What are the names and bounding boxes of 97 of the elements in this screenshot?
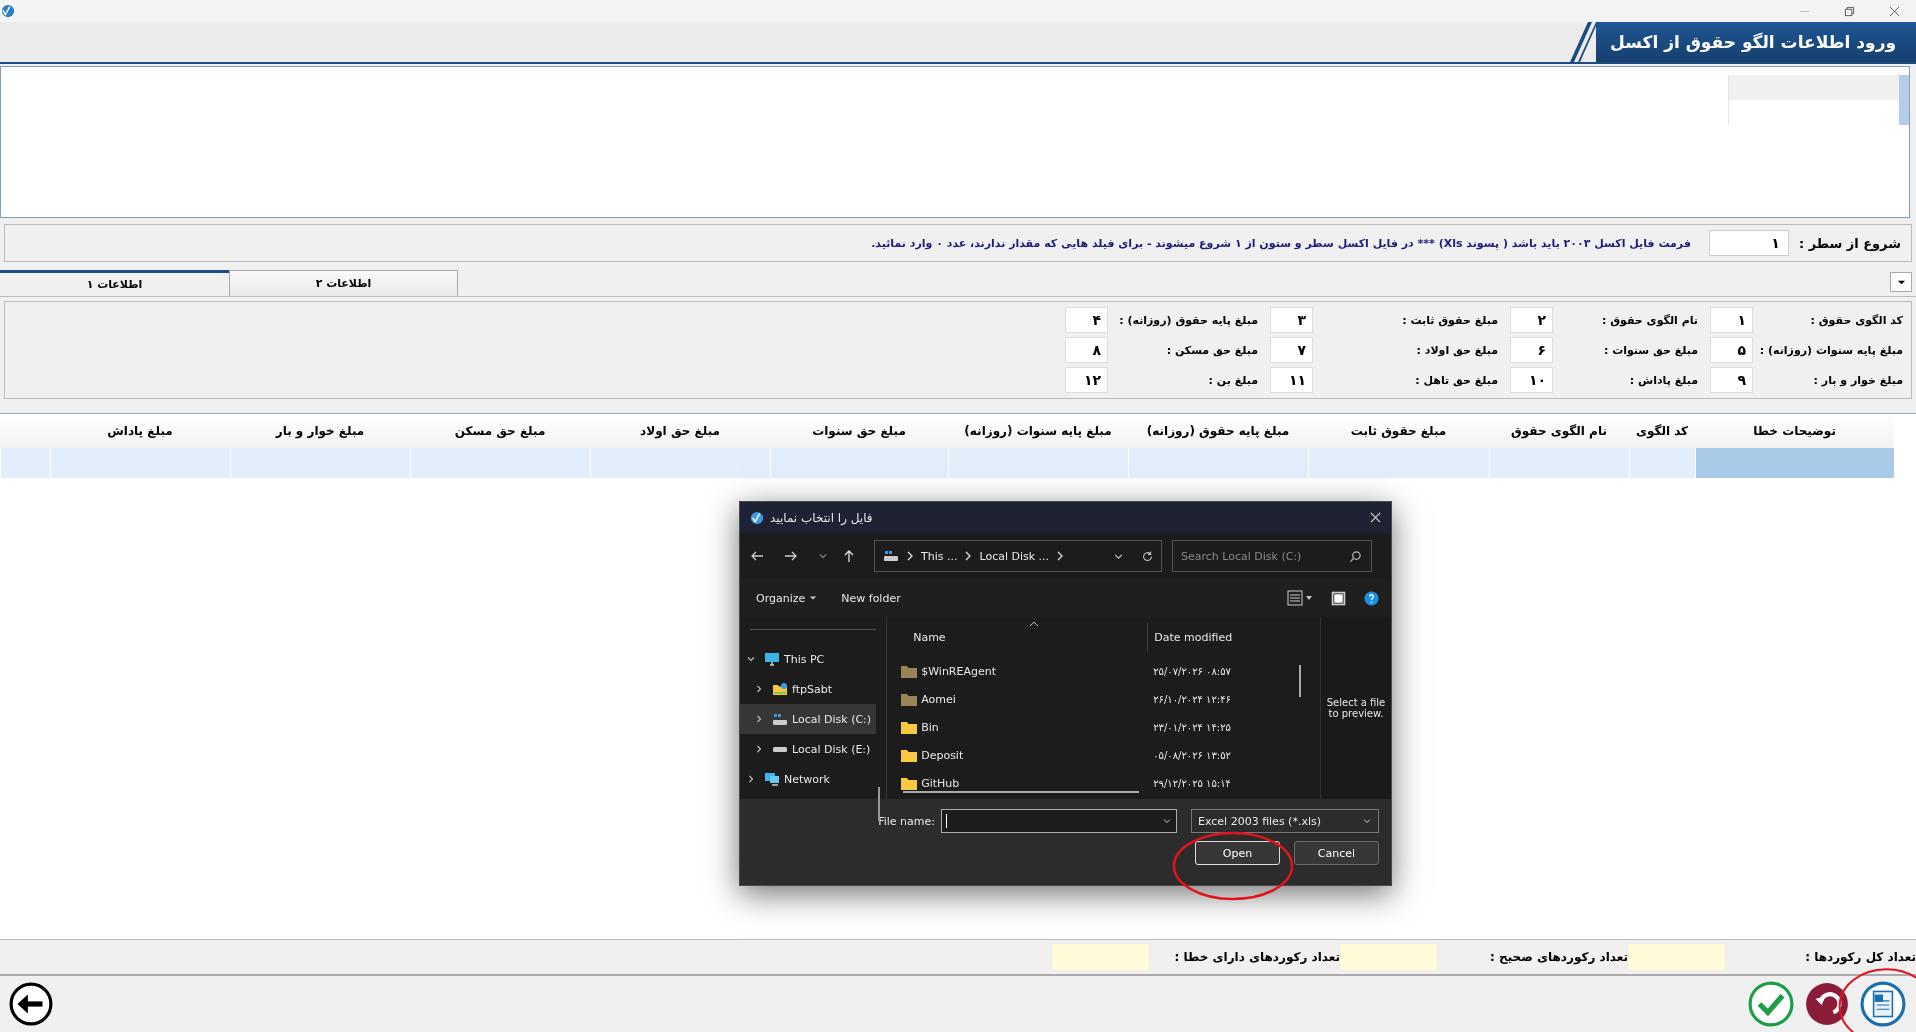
field-label: مبلغ حق سنوات : [1603, 343, 1698, 357]
computer-icon [764, 651, 780, 667]
address-bar[interactable]: This ... Local Disk ... [874, 540, 1162, 572]
column-header[interactable]: مبلغ حق مسکن [410, 414, 590, 448]
drive-icon [883, 550, 899, 562]
chevron-down-icon[interactable] [746, 654, 756, 664]
app-logo-icon [750, 510, 764, 525]
new-folder-button[interactable]: New folder [837, 589, 905, 607]
file-type-dropdown[interactable]: Excel 2003 files (*.xls) [1191, 809, 1379, 833]
undo-icon[interactable] [1804, 981, 1850, 1027]
window-title: ورود اطلاعات الگو حقوق از اکسل [1596, 22, 1916, 62]
nav-item[interactable]: Network [740, 764, 877, 794]
dropdown-button[interactable] [1890, 272, 1912, 292]
column-header[interactable]: Date modified [1148, 630, 1233, 644]
field-label: مبلغ حق مسکن : [1166, 343, 1258, 357]
nav-item[interactable]: This PC [740, 644, 877, 674]
chevron-right-icon[interactable] [754, 684, 764, 694]
field-label: مبلغ پایه حقوق (روزانه) : [1119, 313, 1258, 327]
breadcrumb-item[interactable]: This ... [921, 549, 958, 563]
field-label: مبلغ خوار و بار : [1813, 373, 1903, 387]
file-name-field[interactable] [941, 809, 1177, 833]
open-button[interactable]: Open [1195, 841, 1280, 865]
back-icon[interactable] [8, 981, 54, 1027]
start-row-label: شروع از سطر : [1798, 235, 1901, 251]
network-icon [764, 771, 780, 787]
field-label: نام الگوی حقوق : [1601, 313, 1698, 327]
help-icon[interactable] [1364, 590, 1379, 606]
column-header[interactable]: Name [901, 623, 1149, 651]
column-number-field[interactable]: ۱ [1710, 307, 1753, 333]
view-list-icon[interactable] [1287, 590, 1313, 606]
dialog-title: فایل را انتخاب نمایید [770, 510, 873, 525]
excel-import-icon[interactable] [1860, 981, 1906, 1027]
cancel-button[interactable]: Cancel [1294, 841, 1379, 865]
column-number-field[interactable]: ۸ [1065, 337, 1108, 363]
caret-icon [809, 594, 818, 602]
shared-folder-icon [772, 681, 788, 697]
restore-icon[interactable] [1844, 5, 1855, 17]
count-label: تعداد رکوردهای صحیح : [1489, 950, 1628, 964]
column-header[interactable]: مبلغ خوار و بار [230, 414, 410, 448]
column-number-field[interactable]: ۵ [1710, 337, 1753, 363]
field-label: مبلغ حق تاهل : [1415, 373, 1498, 387]
start-row-field[interactable]: ۱ [1708, 230, 1789, 256]
chevron-right-icon [1056, 551, 1065, 561]
column-header[interactable]: مبلغ پایه سنوات (روزانه) [948, 414, 1128, 448]
confirm-icon[interactable] [1748, 981, 1794, 1027]
chevron-down-icon[interactable] [818, 551, 828, 561]
chevron-down-icon[interactable] [1162, 816, 1172, 826]
column-header[interactable]: مبلغ حق سنوات [770, 414, 948, 448]
sort-caret-icon [1029, 621, 1040, 627]
nav-item[interactable]: Local Disk (C:) [740, 704, 877, 734]
column-number-field[interactable]: ۱۱ [1270, 367, 1313, 393]
up-arrow-icon[interactable] [842, 549, 856, 563]
column-header[interactable]: توضیحات خطا [1695, 414, 1894, 448]
count-label: تعداد کل رکوردها : [1804, 950, 1916, 964]
column-header[interactable]: مبلغ حقوق ثابت [1308, 414, 1489, 448]
nav-item[interactable]: ftpSabt [740, 674, 877, 704]
chevron-right-icon [906, 551, 914, 561]
column-number-field[interactable]: ۱۲ [1065, 367, 1108, 393]
tab[interactable]: اطلاعات ۲ [229, 270, 458, 296]
column-header[interactable]: نام الگوی حقوق [1489, 414, 1629, 448]
chevron-right-icon[interactable] [746, 774, 756, 784]
nav-item[interactable]: Local Disk (E:) [740, 734, 877, 764]
close-icon[interactable] [1889, 5, 1900, 17]
count-label: تعداد رکوردهای دارای خطا : [1173, 950, 1340, 964]
column-number-field[interactable]: ۲ [1510, 307, 1553, 333]
column-number-field[interactable]: ۳ [1270, 307, 1313, 333]
format-note: فرمت فایل اکسل ۲۰۰۳ باید باشد ( پسوند Xls) *** در فایل اکسل سطر و ستون از ۱ شروع میشوند - برای فیلد هایی که مقدار ندارند، عدد ۰ وارد نمائید. [871, 236, 1691, 250]
field-label: مبلغ حق اولاد : [1416, 343, 1498, 357]
preview-hint: Select a file to preview. [1325, 697, 1387, 719]
field-label: مبلغ پاداش : [1629, 373, 1698, 387]
search-icon [1349, 550, 1362, 563]
breadcrumb-item[interactable]: Local Disk ... [979, 549, 1050, 563]
column-number-field[interactable]: ۹ [1710, 367, 1753, 393]
field-label: مبلغ حقوق ثابت : [1402, 313, 1498, 327]
chevron-right-icon [964, 551, 973, 561]
column-number-field[interactable]: ۶ [1510, 337, 1553, 363]
column-number-field[interactable]: ۴ [1065, 307, 1108, 333]
column-number-field[interactable]: ۷ [1270, 337, 1313, 363]
drive-icon [772, 711, 788, 727]
column-number-field[interactable]: ۱۰ [1510, 367, 1553, 393]
refresh-icon[interactable] [1142, 550, 1153, 562]
chevron-right-icon[interactable] [754, 744, 764, 754]
column-header[interactable]: مبلغ حق اولاد [590, 414, 770, 448]
chevron-right-icon[interactable] [754, 714, 764, 724]
field-label: مبلغ بن : [1208, 373, 1258, 387]
column-header[interactable]: مبلغ پایه حقوق (روزانه) [1128, 414, 1308, 448]
search-field[interactable]: Search Local Disk (C:) [1172, 540, 1372, 572]
field-label: مبلغ پایه سنوات (روزانه) : [1759, 343, 1903, 357]
chevron-down-icon [1362, 816, 1372, 826]
field-label: کد الگوی حقوق : [1810, 313, 1903, 327]
organize-menu[interactable]: Organize [752, 589, 822, 607]
preview-pane-icon[interactable] [1331, 590, 1346, 606]
column-header[interactable]: مبلغ پاداش [50, 414, 230, 448]
column-header[interactable]: کد الگوی [1629, 414, 1695, 448]
back-arrow-icon[interactable] [750, 549, 764, 563]
drive-icon [773, 746, 787, 752]
forward-arrow-icon[interactable] [784, 549, 798, 563]
